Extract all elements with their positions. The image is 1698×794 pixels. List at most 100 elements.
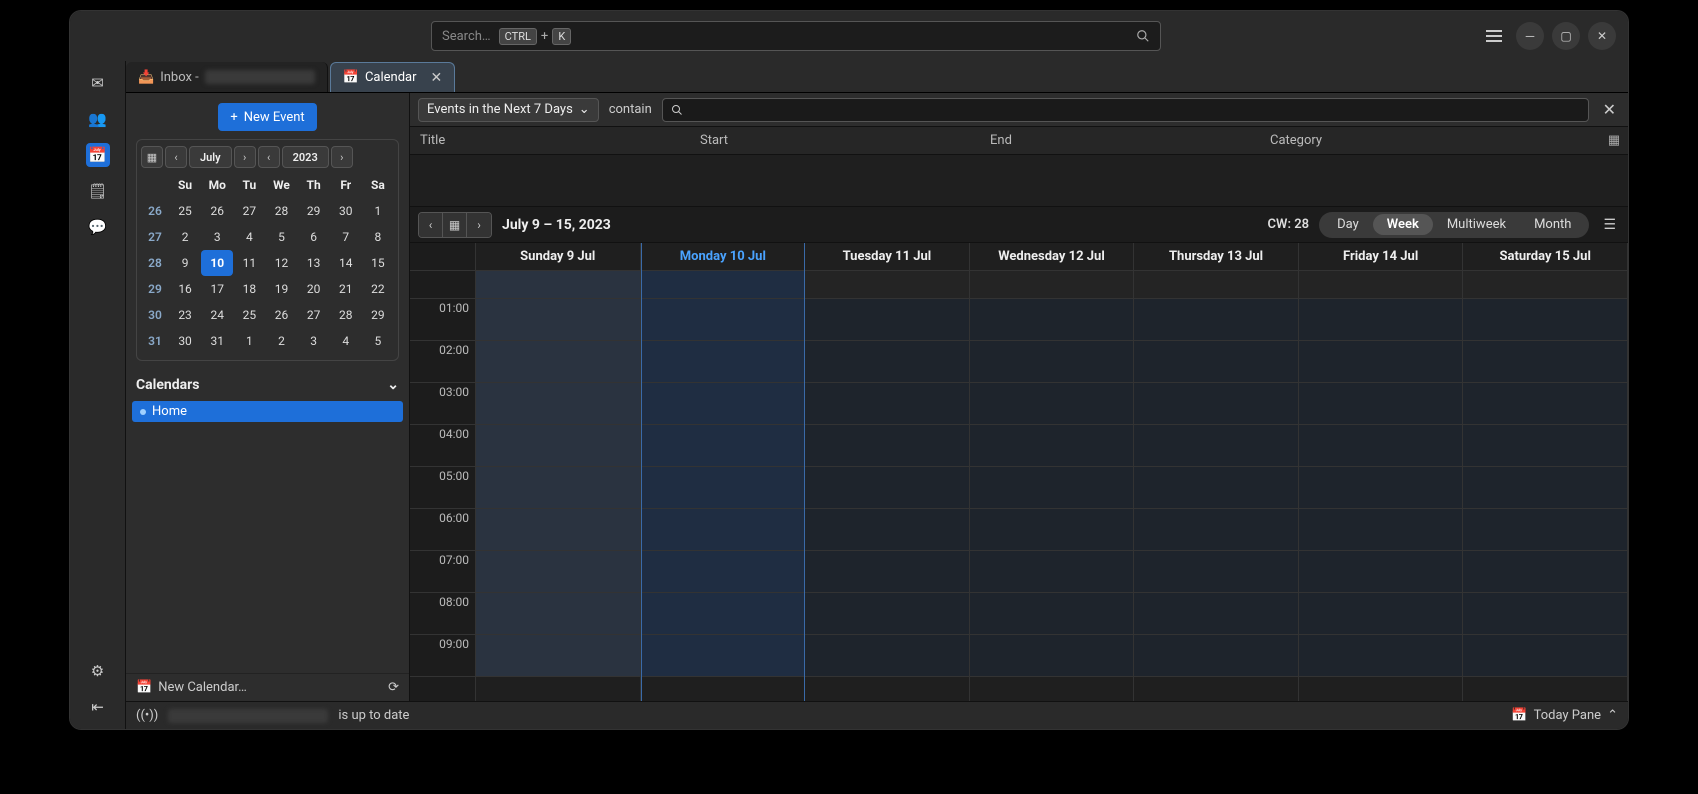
minical-week-number[interactable]: 30 [141,302,169,328]
minical-day[interactable]: 25 [169,198,201,224]
hour-cell[interactable] [1134,341,1298,383]
view-day[interactable]: Day [1323,214,1373,235]
hour-cell[interactable] [970,635,1134,677]
filter-input[interactable] [662,98,1589,122]
address-book-icon[interactable]: 👥 [86,107,110,131]
day-header[interactable]: Friday 14 Jul [1299,243,1463,271]
minical-day[interactable]: 11 [233,250,265,276]
minical-day[interactable]: 16 [169,276,201,302]
minical-day[interactable]: 14 [330,250,362,276]
hour-cell[interactable] [642,635,805,677]
prev-year-button[interactable]: ‹ [258,146,280,168]
minical-week-number[interactable]: 26 [141,198,169,224]
hour-cell[interactable] [1463,467,1627,509]
tab-inbox[interactable]: 📥 Inbox - [126,62,328,92]
hour-cell[interactable] [1299,467,1463,509]
allday-cell[interactable] [805,271,969,299]
allday-cell[interactable] [1299,271,1463,299]
minical-week-number[interactable]: 29 [141,276,169,302]
hour-cell[interactable] [1299,635,1463,677]
day-header[interactable]: Wednesday 12 Jul [970,243,1134,271]
hour-cell[interactable] [476,593,640,635]
new-calendar-button[interactable]: 📅 New Calendar… [136,680,247,695]
tab-calendar[interactable]: 📅 Calendar ✕ [330,62,456,92]
hour-cell[interactable] [1463,425,1627,467]
hour-cell[interactable] [476,635,640,677]
hour-cell[interactable] [1134,509,1298,551]
hour-cell[interactable] [805,593,969,635]
chat-icon[interactable]: 💬 [86,215,110,239]
calendars-header[interactable]: Calendars ⌄ [126,371,409,399]
hour-cell[interactable] [805,341,969,383]
minical-day[interactable]: 5 [362,328,394,354]
allday-cell[interactable] [970,271,1134,299]
hour-cell[interactable] [476,509,640,551]
hour-cell[interactable] [1463,509,1627,551]
hour-cell[interactable] [476,467,640,509]
minical-day[interactable]: 1 [233,328,265,354]
minical-today-button[interactable]: ▦ [141,146,163,168]
day-header[interactable]: Monday 10 Jul [642,243,805,271]
hour-cell[interactable] [970,551,1134,593]
hour-cell[interactable] [1463,341,1627,383]
hour-cell[interactable] [1299,593,1463,635]
minical-week-number[interactable]: 31 [141,328,169,354]
hour-cell[interactable] [805,425,969,467]
hour-cell[interactable] [642,509,805,551]
hour-cell[interactable] [1134,467,1298,509]
minical-day[interactable]: 6 [298,224,330,250]
hour-cell[interactable] [1463,299,1627,341]
prev-month-button[interactable]: ‹ [165,146,187,168]
prev-week-button[interactable]: ‹ [419,213,443,237]
hour-cell[interactable] [1299,341,1463,383]
minical-day[interactable]: 29 [298,198,330,224]
hour-cell[interactable] [1134,593,1298,635]
sidepane-toggle-icon[interactable]: ☰ [1599,217,1620,233]
mail-icon[interactable]: ✉ [86,71,110,95]
minical-day[interactable]: 13 [298,250,330,276]
sync-button[interactable]: ⟳ [388,680,399,695]
hour-cell[interactable] [1299,383,1463,425]
minical-day[interactable]: 30 [330,198,362,224]
minimize-button[interactable]: ─ [1516,22,1544,50]
minical-day[interactable]: 4 [233,224,265,250]
minical-day[interactable]: 18 [233,276,265,302]
hour-cell[interactable] [476,383,640,425]
minical-day[interactable]: 20 [298,276,330,302]
allday-cell[interactable] [1134,271,1298,299]
col-category[interactable]: Category [1270,133,1600,148]
hour-cell[interactable] [1463,383,1627,425]
hour-cell[interactable] [1299,425,1463,467]
minical-week-number[interactable]: 27 [141,224,169,250]
col-start[interactable]: Start [700,133,990,148]
hour-cell[interactable] [1463,551,1627,593]
minical-day[interactable]: 27 [298,302,330,328]
hour-cell[interactable] [1299,551,1463,593]
hour-cell[interactable] [970,467,1134,509]
hour-cell[interactable] [805,635,969,677]
minical-day[interactable]: 21 [330,276,362,302]
hour-cell[interactable] [970,593,1134,635]
view-multiweek[interactable]: Multiweek [1433,214,1520,235]
new-event-button[interactable]: + New Event [218,103,316,131]
minical-day[interactable]: 5 [265,224,297,250]
view-week[interactable]: Week [1373,214,1433,235]
minical-day[interactable]: 22 [362,276,394,302]
day-header[interactable]: Saturday 15 Jul [1463,243,1627,271]
minical-day[interactable]: 2 [265,328,297,354]
minical-day[interactable]: 9 [169,250,201,276]
minical-day[interactable]: 27 [233,198,265,224]
minical-day[interactable]: 23 [169,302,201,328]
minical-day[interactable]: 17 [201,276,233,302]
hour-cell[interactable] [970,509,1134,551]
hour-cell[interactable] [1134,635,1298,677]
minical-day[interactable]: 12 [265,250,297,276]
hour-cell[interactable] [642,467,805,509]
minical-day[interactable]: 2 [169,224,201,250]
day-header[interactable]: Tuesday 11 Jul [805,243,969,271]
minical-day[interactable]: 8 [362,224,394,250]
collapse-icon[interactable]: ⇤ [86,695,110,719]
filter-close-button[interactable]: ✕ [1599,100,1620,119]
allday-cell[interactable] [1463,271,1627,299]
next-week-button[interactable]: › [467,213,491,237]
